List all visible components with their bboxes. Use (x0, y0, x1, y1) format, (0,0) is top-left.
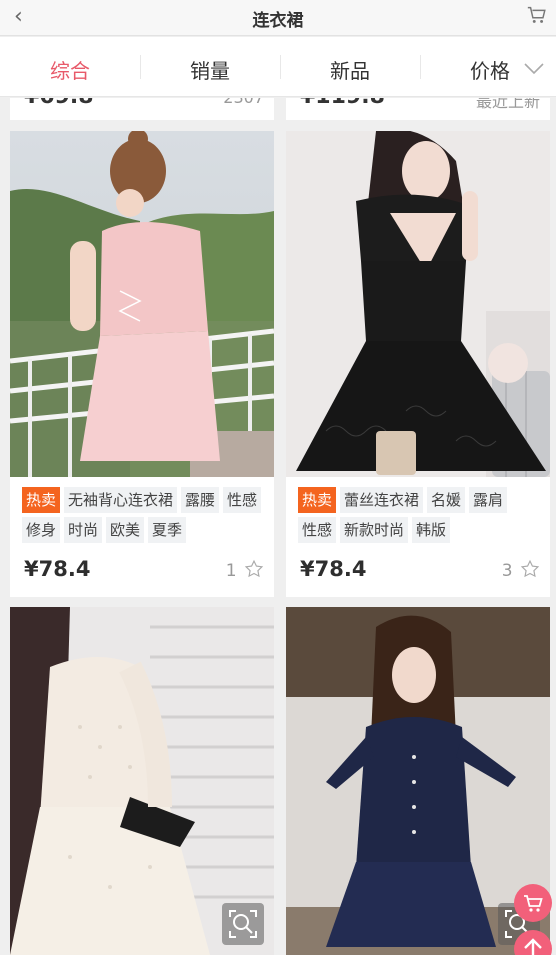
product-card-partial[interactable]: ¥69.8 2307 (10, 98, 274, 120)
product-tag: 性感 (223, 487, 262, 513)
tab-price[interactable]: 价格 (470, 55, 510, 84)
product-price: ¥78.4 (24, 557, 91, 581)
product-tag: 新款时尚 (340, 517, 409, 543)
product-status: 最近上新 (475, 98, 540, 111)
page-title: 连衣裙 (252, 11, 304, 31)
chevron-down-icon[interactable] (524, 63, 544, 75)
product-card-partial[interactable]: ¥119.8 最近上新 (286, 98, 550, 120)
top-bar: ‹ 连衣裙 (0, 0, 556, 36)
hot-badge: 热卖 (22, 487, 61, 513)
product-tag: 性感 (298, 517, 337, 543)
product-tag: 修身 (22, 517, 61, 543)
favorite-button[interactable]: 1 (226, 559, 264, 581)
sort-bar: 综合 销量 新品 价格 (0, 37, 556, 97)
cart-icon (524, 895, 543, 912)
arrow-up-icon (524, 938, 542, 955)
tag-list: 热卖 无袖背心连衣裙 露腰 性感修身 时尚 欧美 夏季 (22, 487, 266, 547)
hot-badge: 热卖 (298, 487, 337, 513)
product-image[interactable] (286, 131, 550, 477)
product-card[interactable] (10, 607, 274, 955)
product-card[interactable] (286, 607, 550, 955)
previous-row: ¥69.8 2307 ¥119.8 最近上新 (0, 98, 556, 124)
divider (140, 55, 141, 79)
tag-list: 热卖 蕾丝连衣裙 名媛 露肩性感 新款时尚 韩版 (298, 487, 542, 547)
product-tag: 夏季 (148, 517, 187, 543)
divider (280, 55, 281, 79)
tab-comprehensive[interactable]: 综合 (50, 55, 90, 84)
zoom-icon (229, 910, 257, 938)
product-tag: 蕾丝连衣裙 (340, 487, 424, 513)
favorite-count: 1 (225, 561, 237, 581)
tab-sales[interactable]: 销量 (190, 55, 230, 84)
product-price: ¥119.8 (300, 98, 385, 109)
favorite-button[interactable]: 3 (502, 559, 540, 581)
product-tag: 露肩 (469, 487, 508, 513)
product-tag: 时尚 (64, 517, 103, 543)
favorite-count: 3 (501, 561, 513, 581)
product-price: ¥78.4 (300, 557, 367, 581)
zoom-button[interactable] (222, 903, 264, 945)
cart-icon[interactable] (526, 4, 548, 26)
product-card[interactable]: 热卖 无袖背心连衣裙 露腰 性感修身 时尚 欧美 夏季 ¥78.4 1 (10, 131, 274, 597)
tab-new[interactable]: 新品 (330, 55, 370, 84)
product-sales: 2307 (223, 98, 264, 107)
product-price: ¥69.8 (24, 98, 94, 109)
product-image[interactable] (10, 131, 274, 477)
divider (420, 55, 421, 79)
star-icon (244, 559, 264, 578)
cart-fab-button[interactable] (514, 884, 552, 922)
product-tag: 韩版 (412, 517, 451, 543)
back-to-top-button[interactable] (514, 930, 552, 955)
product-card[interactable]: 热卖 蕾丝连衣裙 名媛 露肩性感 新款时尚 韩版 ¥78.4 3 (286, 131, 550, 597)
product-tag: 露腰 (181, 487, 220, 513)
product-tag: 名媛 (427, 487, 466, 513)
product-tag: 无袖背心连衣裙 (64, 487, 178, 513)
star-icon (520, 559, 540, 578)
product-tag: 欧美 (106, 517, 145, 543)
